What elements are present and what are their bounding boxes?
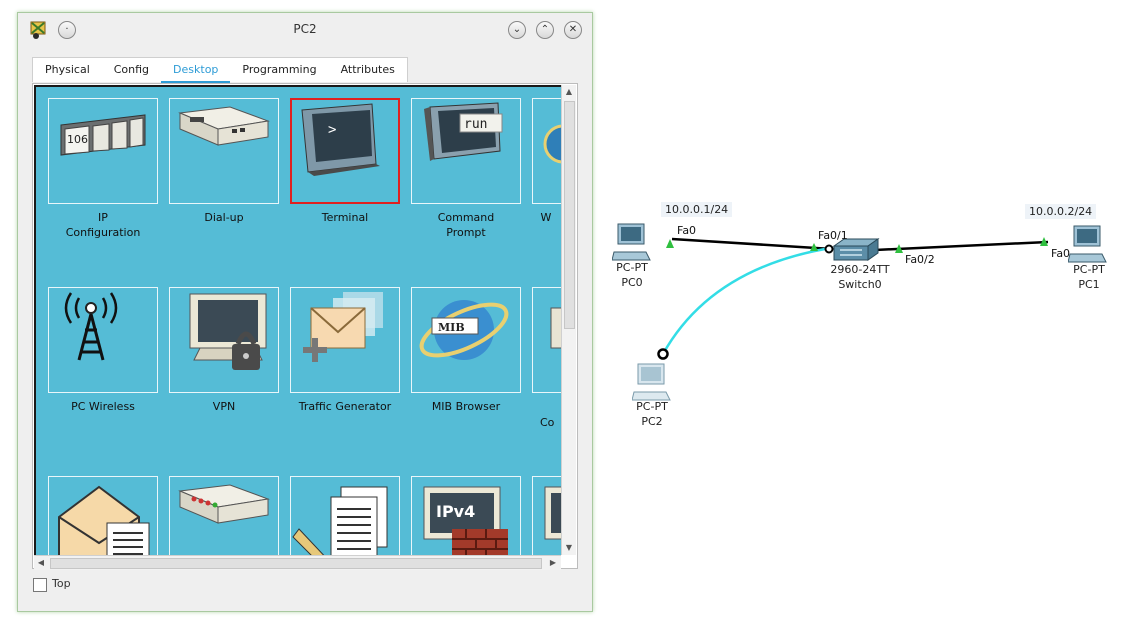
email-icon	[58, 485, 150, 555]
scroll-left-arrow-icon[interactable]: ◀	[34, 558, 48, 567]
tab-physical[interactable]: Physical	[33, 58, 102, 82]
web-browser-icon	[543, 124, 561, 164]
pc2-name-label: PC2	[641, 415, 663, 428]
scroll-down-arrow-icon[interactable]: ▼	[562, 543, 576, 552]
close-button[interactable]: ✕	[564, 21, 582, 39]
console-endpoint-pc2	[657, 348, 669, 360]
console-link-pc2-switch0[interactable]	[661, 247, 826, 355]
terminal-prompt: >	[328, 122, 336, 138]
traffic-generator-label: Traffic Generator	[298, 400, 392, 413]
desktop-app-grid: 106 > run IP Configuration Dial-up Termi…	[34, 85, 561, 555]
switch0-fa0-2-label: Fa0/2	[905, 253, 935, 266]
cisco-ip-communicator-label: Co	[540, 416, 555, 429]
dial-up-tile[interactable]	[169, 98, 279, 204]
top-checkbox[interactable]	[33, 578, 47, 592]
scroll-up-arrow-icon[interactable]: ▲	[562, 87, 576, 96]
command-prompt-label: Command Prompt	[406, 210, 526, 240]
pppoe-dialer-icon	[178, 484, 270, 524]
network-topology: PC-PT PC0 10.0.0.1/24 Fa0 Fa0/1 Fa0/2 29…	[600, 190, 1128, 440]
pc1-icon[interactable]	[1068, 224, 1108, 264]
horizontal-scrollbar[interactable]: ◀ ▶	[34, 555, 561, 570]
ip-config-icon: 106	[60, 114, 146, 156]
ip-configuration-tile[interactable]: 106	[48, 98, 158, 204]
traffic-generator-tile[interactable]	[290, 287, 400, 393]
mib-browser-label: MIB Browser	[431, 400, 501, 413]
pc0-type-label: PC-PT	[616, 261, 648, 274]
terminal-icon: >	[301, 103, 380, 176]
vertical-scroll-thumb[interactable]	[564, 101, 575, 329]
terminal-label: Terminal	[321, 211, 369, 224]
mib-browser-icon: MIB	[419, 300, 509, 360]
vertical-scrollbar[interactable]: ▲ ▼	[561, 85, 576, 555]
tab-bar: Physical Config Desktop Programming Attr…	[32, 57, 408, 84]
pc-wireless-label: PC Wireless	[71, 400, 135, 413]
pppoe-dialer-tile[interactable]	[169, 476, 279, 555]
pc-wireless-tile[interactable]	[48, 287, 158, 393]
cisco-ip-communicator-tile[interactable]	[532, 287, 561, 393]
command-prompt-label-line1: Command	[437, 211, 495, 224]
pc1-name-label: PC1	[1078, 278, 1100, 291]
firewall-ipv4-badge: IPv4	[436, 502, 475, 521]
mib-browser-tile[interactable]: MIB	[411, 287, 521, 393]
text-editor-icon	[292, 486, 388, 555]
pc1-port-label: Fa0	[1051, 247, 1071, 260]
top-checkbox-label: Top	[52, 577, 71, 590]
dialup-modem-icon	[178, 106, 270, 146]
tab-attributes[interactable]: Attributes	[329, 58, 407, 82]
dial-up-label: Dial-up	[204, 211, 244, 224]
firewall-ipv6-icon	[544, 486, 561, 540]
link-pc0-switch0[interactable]	[671, 237, 833, 251]
tab-programming[interactable]: Programming	[230, 58, 328, 82]
ip-config-badge: 106	[67, 133, 88, 146]
wireless-tower-icon	[64, 292, 118, 361]
pc2-type-label: PC-PT	[636, 400, 668, 413]
vpn-lock-icon	[189, 293, 267, 370]
pc2-window: · PC2 ⌄ ⌃ ✕ Physical Config Desktop Prog…	[17, 12, 593, 612]
ip-configuration-label: IP Configuration	[43, 210, 163, 240]
switch0-fa0-1-label: Fa0/1	[818, 229, 848, 242]
vpn-tile[interactable]	[169, 287, 279, 393]
traffic-generator-icon	[303, 292, 383, 362]
email-tile[interactable]	[48, 476, 158, 555]
switch0-model-label: 2960-24TT	[830, 263, 890, 276]
web-browser-label: W	[540, 211, 552, 224]
scroll-right-arrow-icon[interactable]: ▶	[546, 558, 560, 567]
title-bar[interactable]: · PC2 ⌄ ⌃ ✕	[18, 13, 592, 47]
pc0-ip-label: 10.0.0.1/24	[661, 202, 733, 217]
ip-configuration-label-line2: Configuration	[65, 226, 141, 239]
command-prompt-label-line2: Prompt	[446, 226, 486, 239]
text-editor-tile[interactable]	[290, 476, 400, 555]
tab-config[interactable]: Config	[102, 58, 161, 82]
command-prompt-tile[interactable]: run	[411, 98, 521, 204]
mib-badge: MIB	[438, 321, 465, 334]
web-browser-tile[interactable]	[532, 98, 561, 204]
pc1-type-label: PC-PT	[1073, 263, 1105, 276]
command-prompt-icon: run	[424, 102, 503, 161]
firewall-icon: IPv4	[423, 486, 508, 555]
ip-configuration-label-line1: IP	[98, 211, 108, 224]
pc1-ip-label: 10.0.0.2/24	[1025, 204, 1097, 219]
pc0-port-label: Fa0	[677, 224, 697, 237]
terminal-tile[interactable]: >	[290, 98, 400, 204]
vpn-label: VPN	[212, 400, 236, 413]
desktop-pane: 106 > run IP Configuration Dial-up Termi…	[32, 83, 578, 570]
switch0-name-label: Switch0	[838, 278, 882, 291]
firewall-tile[interactable]: IPv4	[411, 476, 521, 555]
pc0-icon[interactable]	[612, 222, 652, 262]
link-up-indicator-pc0	[666, 239, 674, 248]
pc2-icon[interactable]	[632, 362, 672, 402]
cisco-ip-communicator-icon	[550, 307, 561, 349]
tab-desktop[interactable]: Desktop	[161, 58, 231, 84]
window-title: PC2	[293, 22, 317, 36]
horizontal-scroll-thumb[interactable]	[50, 558, 542, 569]
maximize-button[interactable]: ⌃	[536, 21, 554, 39]
minimize-button[interactable]: ⌄	[508, 21, 526, 39]
pc0-name-label: PC0	[621, 276, 643, 289]
command-prompt-run: run	[464, 117, 487, 132]
firewall-ipv6-tile[interactable]	[532, 476, 561, 555]
